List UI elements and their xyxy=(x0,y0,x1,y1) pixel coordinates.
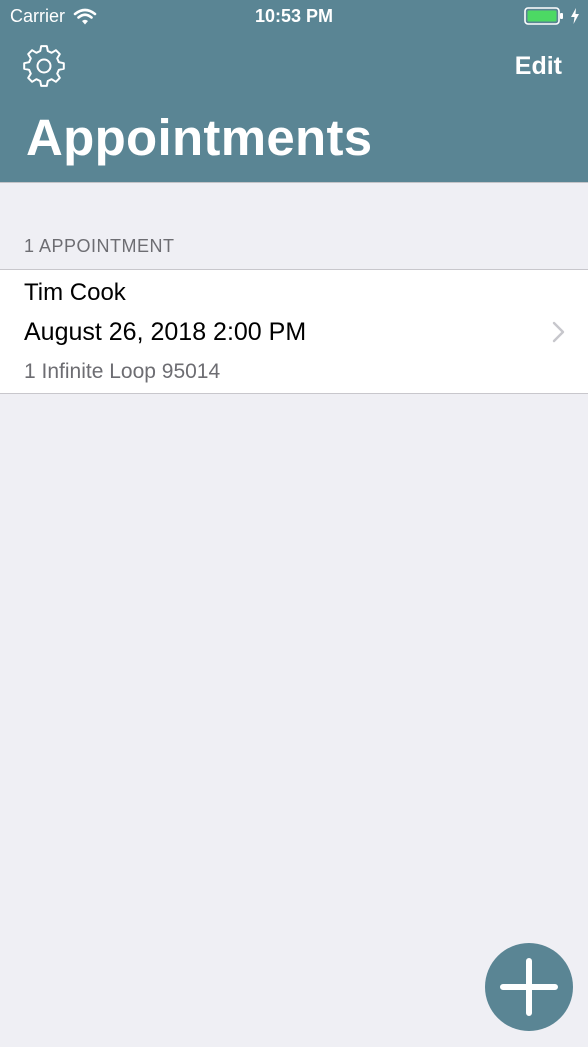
edit-button[interactable]: Edit xyxy=(515,52,562,81)
settings-button[interactable] xyxy=(22,44,66,88)
navigation-header: Carrier 10:53 PM Edit Appointments xyxy=(0,0,588,183)
status-bar: Carrier 10:53 PM xyxy=(0,0,588,34)
appointment-name: Tim Cook xyxy=(24,279,126,306)
appointments-list: Tim Cook August 26, 2018 2:00 PM 1 Infin… xyxy=(0,269,588,394)
add-appointment-button[interactable] xyxy=(485,943,573,1031)
battery-group xyxy=(524,7,580,25)
appointment-address: 1 Infinite Loop 95014 xyxy=(24,360,221,383)
plus-icon xyxy=(500,958,558,1016)
chevron-right-icon xyxy=(552,321,565,343)
appointment-datetime: August 26, 2018 2:00 PM xyxy=(24,318,307,346)
page-title: Appointments xyxy=(26,109,373,166)
gear-icon xyxy=(23,45,65,87)
appointment-row[interactable]: Tim Cook August 26, 2018 2:00 PM 1 Infin… xyxy=(0,270,588,393)
charging-bolt-icon xyxy=(571,8,579,24)
status-time: 10:53 PM xyxy=(254,6,334,26)
battery-charging-icon xyxy=(524,7,563,25)
section-header: 1 APPOINTMENT xyxy=(24,236,175,256)
